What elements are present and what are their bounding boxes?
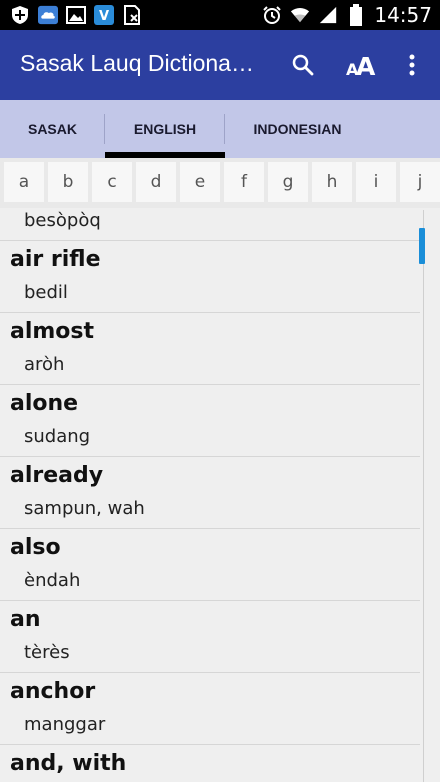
letter-g[interactable]: g bbox=[268, 162, 308, 202]
entry-definition: aròh bbox=[24, 354, 65, 375]
entry-word: almost bbox=[10, 319, 95, 344]
list-item[interactable]: also èndah bbox=[0, 529, 420, 601]
notification-icons: V bbox=[10, 5, 142, 25]
letter-e[interactable]: e bbox=[180, 162, 220, 202]
sim-x-icon bbox=[122, 5, 142, 25]
entry-word: also bbox=[10, 535, 61, 560]
font-size-button[interactable]: AA bbox=[341, 45, 381, 85]
image-icon bbox=[66, 5, 86, 25]
app-bar: Sasak Lauq Dictiona… AA bbox=[0, 30, 440, 100]
entry-definition: tèrès bbox=[24, 642, 70, 663]
entry-word: anchor bbox=[10, 679, 96, 704]
status-bar: V 14:57 bbox=[0, 0, 440, 30]
list-item[interactable]: air rifle bedil bbox=[0, 241, 420, 313]
list-item[interactable]: alone sudang bbox=[0, 385, 420, 457]
entry-word: alone bbox=[10, 391, 79, 416]
entry-definition: besòpòq bbox=[24, 210, 101, 231]
battery-icon bbox=[346, 4, 366, 26]
alphabet-index: a b c d e f g h i j bbox=[0, 158, 440, 208]
entry-definition: bedil bbox=[24, 282, 68, 303]
tab-indonesian[interactable]: INDONESIAN bbox=[225, 100, 370, 158]
overflow-menu-icon bbox=[409, 54, 415, 76]
letter-a[interactable]: a bbox=[4, 162, 44, 202]
entry-word: air rifle bbox=[10, 247, 101, 272]
entry-word: an bbox=[10, 607, 41, 632]
list-item[interactable]: anchor manggar bbox=[0, 673, 420, 745]
svg-text:A: A bbox=[356, 52, 376, 78]
list-item[interactable]: an tèrès bbox=[0, 601, 420, 673]
letter-f[interactable]: f bbox=[224, 162, 264, 202]
letter-i[interactable]: i bbox=[356, 162, 396, 202]
overflow-menu-button[interactable] bbox=[392, 45, 432, 85]
entry-definition: sudang bbox=[24, 426, 91, 447]
letter-h[interactable]: h bbox=[312, 162, 352, 202]
scrollbar-track bbox=[423, 210, 424, 782]
entry-definition: manggar bbox=[24, 714, 106, 735]
language-tabs: SASAK ENGLISH INDONESIAN bbox=[0, 100, 440, 158]
entry-definition: èndah bbox=[24, 570, 81, 591]
list-item[interactable]: – besòpòq bbox=[0, 208, 420, 241]
letter-d[interactable]: d bbox=[136, 162, 176, 202]
tab-label: SASAK bbox=[27, 121, 77, 137]
app-title: Sasak Lauq Dictiona… bbox=[20, 50, 254, 76]
entry-definition: sampun, wah bbox=[24, 498, 145, 519]
font-size-icon: AA bbox=[346, 52, 376, 78]
voice-app-icon: V bbox=[94, 5, 114, 25]
letter-c[interactable]: c bbox=[92, 162, 132, 202]
search-icon bbox=[292, 54, 314, 76]
scrollbar-thumb[interactable] bbox=[419, 228, 425, 264]
wifi-icon bbox=[290, 5, 310, 25]
tab-label: INDONESIAN bbox=[253, 121, 342, 137]
signal-icon bbox=[318, 5, 338, 25]
dictionary-list[interactable]: – besòpòq air rifle bedil almost aròh al… bbox=[0, 208, 440, 782]
system-indicators: 14:57 bbox=[262, 2, 432, 28]
list-item[interactable]: almost aròh bbox=[0, 313, 420, 385]
status-clock: 14:57 bbox=[374, 3, 432, 27]
tab-sasak[interactable]: SASAK bbox=[0, 100, 105, 158]
search-button[interactable] bbox=[283, 45, 323, 85]
list-item[interactable]: already sampun, wah bbox=[0, 457, 420, 529]
entry-word: already bbox=[10, 463, 104, 488]
shield-icon bbox=[10, 5, 30, 25]
letter-j[interactable]: j bbox=[400, 162, 440, 202]
alarm-icon bbox=[262, 5, 282, 25]
tab-label: ENGLISH bbox=[133, 121, 197, 137]
cloud-weather-icon bbox=[38, 5, 58, 25]
svg-text:V: V bbox=[99, 9, 109, 24]
entry-word: and, with bbox=[10, 751, 127, 776]
list-item[interactable]: and, with bbox=[0, 745, 420, 782]
tab-english[interactable]: ENGLISH bbox=[105, 100, 225, 158]
letter-b[interactable]: b bbox=[48, 162, 88, 202]
